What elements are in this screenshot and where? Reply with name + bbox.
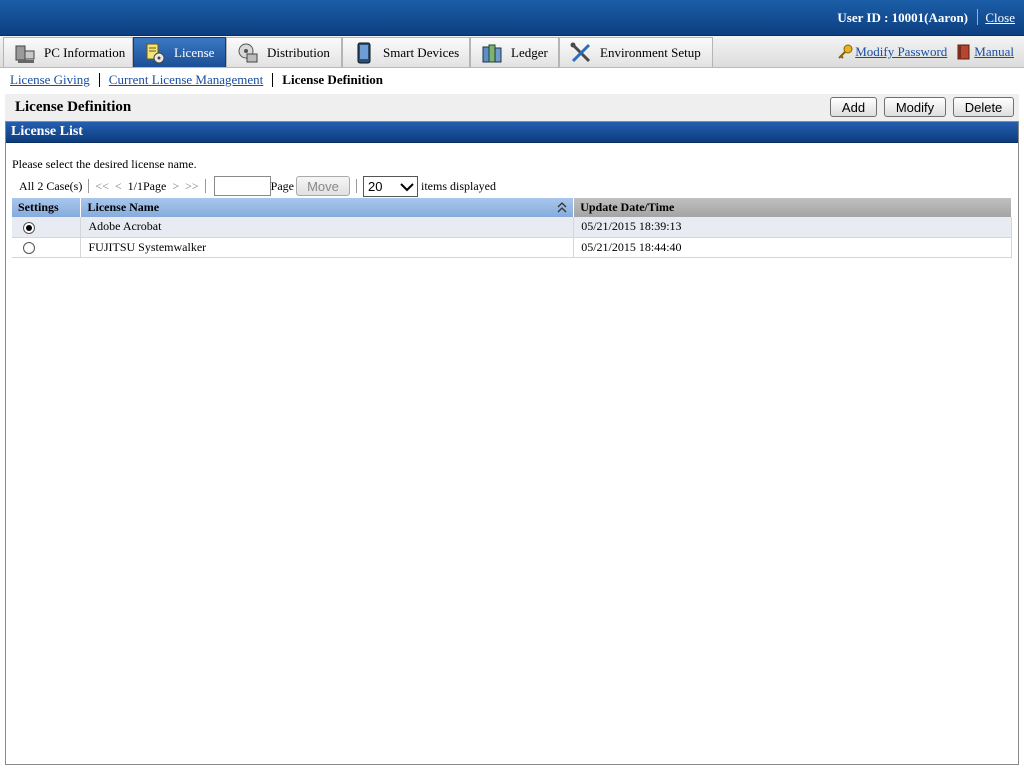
top-links: Modify Password Manual (837, 44, 1014, 60)
tab-label: Distribution (267, 44, 330, 60)
title-bar: User ID : 10001(Aaron) Close (0, 0, 1024, 36)
table-row[interactable]: Adobe Acrobat 05/21/2015 18:39:13 (12, 217, 1012, 238)
divider (272, 73, 274, 87)
license-name-cell: FUJITSU Systemwalker (80, 237, 575, 258)
column-license-name[interactable]: License Name (80, 198, 575, 217)
breadcrumb-license-giving[interactable]: License Giving (10, 72, 90, 88)
breadcrumb-current: License Definition (282, 72, 384, 87)
pager: All 2 Case(s) << < 1/1Page > >> Page Mov… (19, 175, 496, 197)
close-link[interactable]: Close (985, 10, 1015, 26)
add-button[interactable]: Add (830, 97, 877, 117)
items-displayed-label: items displayed (420, 178, 496, 193)
tab-pc-information[interactable]: PC Information (3, 37, 133, 67)
page-label: Page (270, 178, 294, 193)
panel-title: License List (6, 122, 1018, 143)
move-button[interactable]: Move (295, 176, 350, 196)
tab-distribution[interactable]: Distribution (226, 37, 342, 67)
tools-icon (570, 42, 592, 64)
user-id-label: User ID : 10001(Aaron) (837, 10, 968, 25)
breadcrumb-current-license-management[interactable]: Current License Management (109, 72, 264, 88)
breadcrumb: License Giving Current License Managemen… (10, 72, 383, 88)
license-list-panel: License List Please select the desired l… (5, 121, 1019, 765)
delete-button[interactable]: Delete (953, 97, 1014, 117)
row-radio-selected[interactable] (23, 221, 35, 234)
items-per-page-value: 20 (367, 178, 383, 194)
page-number-input[interactable] (213, 176, 271, 196)
sort-ascending-icon[interactable] (557, 202, 567, 213)
tab-license[interactable]: License (133, 37, 226, 67)
tab-label: Environment Setup (600, 44, 701, 60)
row-radio[interactable] (23, 241, 35, 254)
pc-icon (14, 42, 36, 64)
divider (977, 9, 978, 25)
tab-label: License (174, 44, 215, 60)
key-icon (837, 44, 853, 60)
column-settings: Settings (12, 198, 82, 217)
page-header: License Definition Add Modify Delete (5, 94, 1019, 121)
divider (98, 73, 100, 87)
license-table: Settings License Name Update Date/Time A… (12, 198, 1012, 258)
chevron-down-icon (400, 182, 414, 191)
table-row[interactable]: FUJITSU Systemwalker 05/21/2015 18:44:40 (12, 237, 1012, 258)
manual-icon (956, 44, 972, 60)
next-page-link[interactable]: > (172, 179, 179, 194)
tab-label: PC Information (44, 44, 126, 60)
update-date-cell: 05/21/2015 18:39:13 (573, 217, 1012, 238)
tab-label: Ledger (511, 44, 548, 60)
total-count: All 2 Case(s) (19, 178, 83, 193)
ledger-icon (481, 42, 503, 64)
column-label: License Name (87, 200, 160, 214)
last-page-link[interactable]: >> (185, 179, 199, 194)
tab-smart-devices[interactable]: Smart Devices (342, 37, 470, 67)
manual-link[interactable]: Manual (974, 44, 1014, 60)
column-update-date: Update Date/Time (573, 198, 1012, 217)
page-info: 1/1Page (127, 178, 167, 193)
divider (88, 179, 90, 193)
prev-page-link[interactable]: < (115, 179, 122, 194)
tab-label: Smart Devices (383, 44, 460, 60)
first-page-link[interactable]: << (95, 179, 109, 194)
divider (204, 179, 206, 193)
smart-device-icon (353, 42, 375, 64)
modify-password-link[interactable]: Modify Password (855, 44, 947, 60)
modify-button[interactable]: Modify (884, 97, 946, 117)
items-per-page-select[interactable]: 20 (362, 175, 418, 197)
update-date-cell: 05/21/2015 18:44:40 (573, 237, 1012, 258)
instruction-text: Please select the desired license name. (12, 157, 197, 171)
license-icon (144, 42, 166, 64)
page-title: License Definition (15, 99, 132, 115)
tab-environment-setup[interactable]: Environment Setup (559, 37, 713, 67)
distribution-icon (237, 42, 259, 64)
main-tab-bar: PC Information License Distribution Smar… (0, 36, 1024, 68)
tab-ledger[interactable]: Ledger (470, 37, 559, 67)
license-name-cell: Adobe Acrobat (80, 217, 575, 238)
divider (355, 179, 357, 193)
